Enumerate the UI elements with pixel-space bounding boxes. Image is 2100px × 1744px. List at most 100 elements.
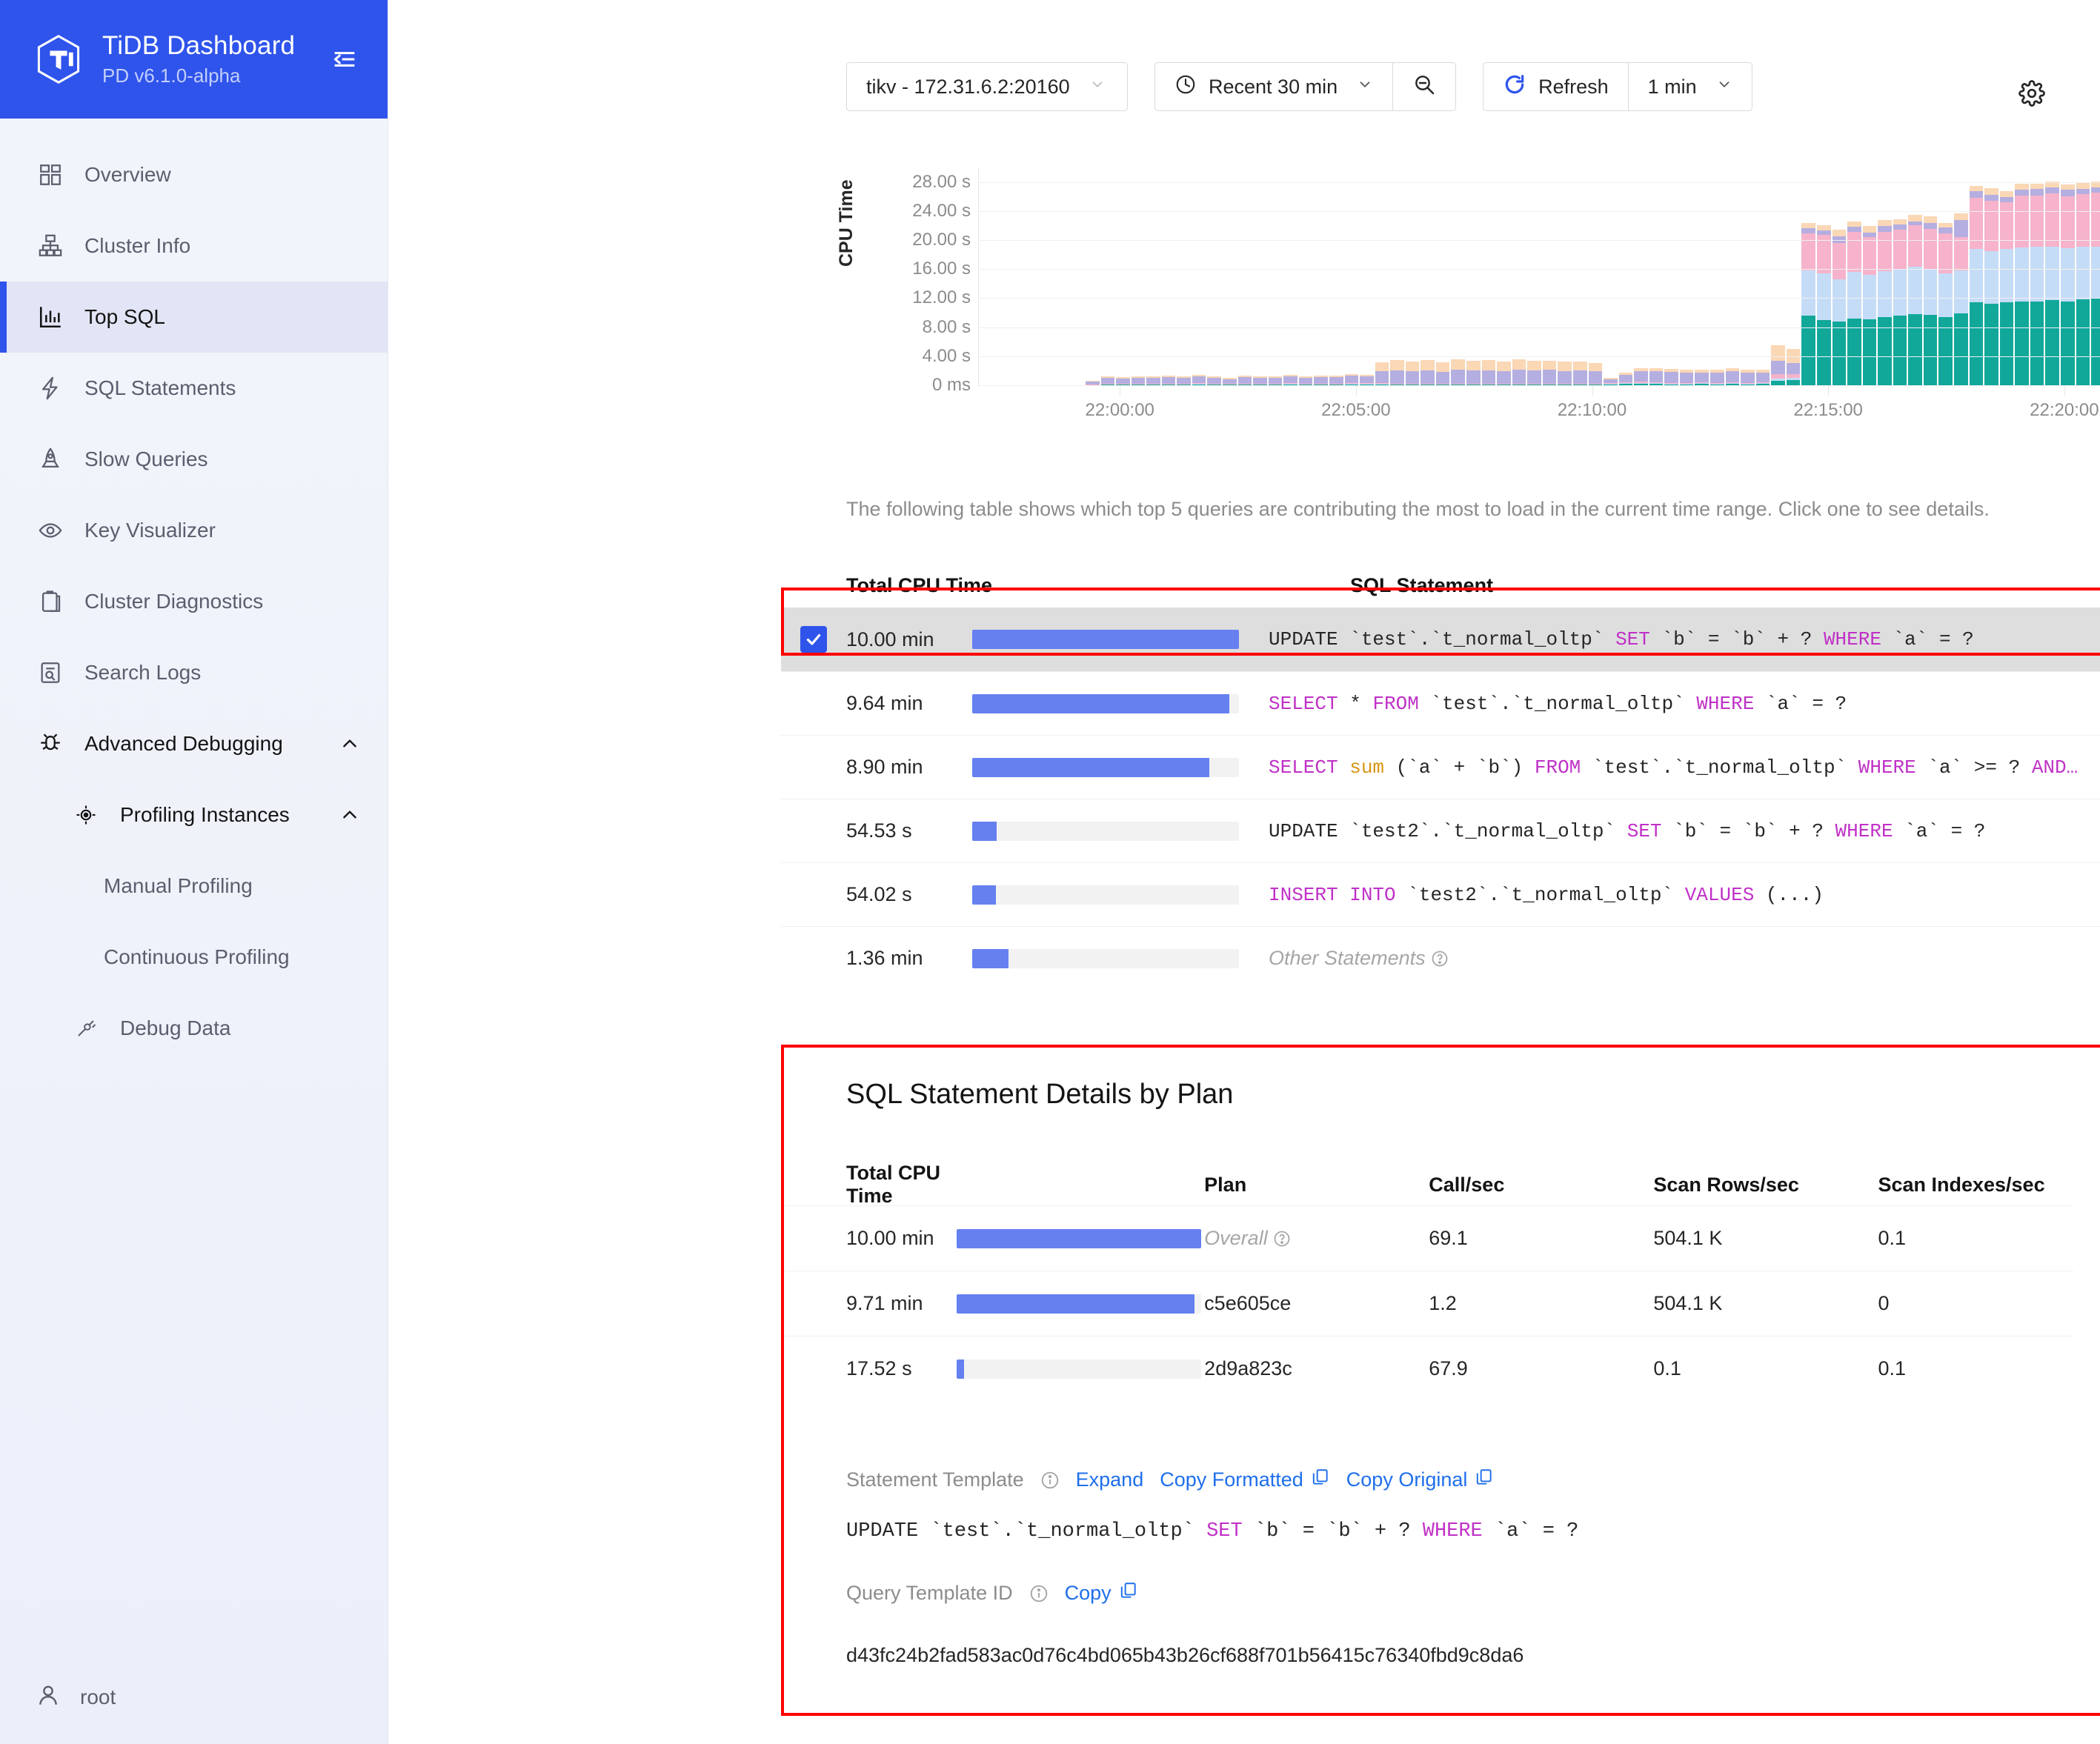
table-row[interactable]: 1.36 minOther Statements bbox=[781, 926, 2100, 990]
sidebar-item-profiling-instances[interactable]: Profiling Instances bbox=[0, 779, 388, 851]
cell-cpu-bar bbox=[957, 1359, 1204, 1379]
chart-bar-segment bbox=[1482, 360, 1496, 370]
chart-gridline bbox=[978, 298, 2100, 299]
chart-plot-area[interactable] bbox=[978, 156, 2100, 385]
chart-bar-segment bbox=[1512, 370, 1526, 384]
info-circle-icon[interactable] bbox=[1040, 1471, 1060, 1490]
bug-icon bbox=[36, 729, 65, 759]
chart-gridline bbox=[978, 269, 2100, 270]
chart-bar-segment bbox=[2076, 194, 2090, 247]
chart-bar-segment bbox=[2076, 247, 2090, 300]
chart-bar-segment bbox=[1893, 316, 1907, 385]
table-row[interactable]: 10.00 minOverall 69.1504.1 K0.1 bbox=[781, 1205, 2073, 1271]
sidebar-user-label: root bbox=[80, 1685, 116, 1709]
chart-y-axis-title: CPU Time bbox=[836, 179, 857, 267]
table-row[interactable]: 10.00 minUPDATE `test`.`t_normal_oltp` S… bbox=[781, 608, 2100, 671]
chart-bar-segment bbox=[1726, 371, 1740, 382]
chevron-up-icon[interactable] bbox=[340, 734, 359, 753]
sidebar-item-cluster-diagnostics[interactable]: Cluster Diagnostics bbox=[0, 566, 388, 637]
chart-bar-segment bbox=[2076, 183, 2090, 190]
chevron-down-icon bbox=[1357, 76, 1373, 97]
time-range-group: Recent 30 min bbox=[1154, 62, 1456, 111]
sidebar-item-advanced-debugging[interactable]: Advanced Debugging bbox=[0, 708, 388, 779]
zoom-out-icon bbox=[1412, 73, 1436, 101]
topsql-table: Total CPU Time SQL Statement 10.00 minUP… bbox=[781, 563, 2100, 990]
collapse-sidebar-icon[interactable] bbox=[330, 44, 359, 74]
chart-bar-segment bbox=[2045, 300, 2059, 385]
table-row[interactable]: 54.53 sUPDATE `test2`.`t_normal_oltp` SE… bbox=[781, 799, 2100, 862]
zoom-out-button[interactable] bbox=[1393, 63, 1455, 110]
sidebar-item-slow-queries[interactable]: Slow Queries bbox=[0, 424, 388, 495]
cell-scan-indexes-per-sec: 0.1 bbox=[1878, 1357, 2073, 1380]
column-header-total-cpu-time: Total CPU Time bbox=[846, 574, 1083, 597]
copy-label: Copy bbox=[1065, 1582, 1112, 1605]
row-checkbox[interactable] bbox=[800, 626, 827, 653]
chart-bar-segment bbox=[1938, 227, 1953, 233]
refresh-button[interactable]: Refresh bbox=[1483, 63, 1628, 110]
chart-bar-segment bbox=[1436, 362, 1450, 372]
question-circle-icon[interactable] bbox=[1273, 1227, 1291, 1249]
clock-icon bbox=[1174, 73, 1197, 101]
chart-y-tick: 16.00 s bbox=[912, 259, 971, 279]
info-circle-icon[interactable] bbox=[1029, 1584, 1049, 1603]
table-row[interactable]: 8.90 minSELECT sum (`a` + `b`) FROM `tes… bbox=[781, 735, 2100, 799]
sidebar-item-top-sql[interactable]: Top SQL bbox=[0, 282, 388, 353]
chart-bar bbox=[1390, 360, 1404, 385]
refresh-group: Refresh 1 min bbox=[1483, 62, 1752, 111]
sidebar-user[interactable]: root bbox=[0, 1683, 388, 1744]
chart-bar-segment bbox=[2000, 249, 2014, 303]
cell-total-cpu-time: 10.00 min bbox=[846, 1227, 957, 1250]
chart-bar-segment bbox=[2045, 247, 2059, 301]
chart-bar-segment bbox=[1649, 371, 1664, 382]
cell-total-cpu-time: 17.52 s bbox=[846, 1357, 957, 1380]
chart-bar-segment bbox=[2061, 302, 2075, 385]
table-row[interactable]: 9.64 minSELECT * FROM `test`.`t_normal_o… bbox=[781, 671, 2100, 735]
chart-bar-segment bbox=[1421, 360, 1435, 370]
chart-x-tick-mark bbox=[1592, 385, 1593, 396]
expand-link[interactable]: Expand bbox=[1076, 1468, 1144, 1491]
chart-bar-segment bbox=[1847, 227, 1861, 232]
instance-select[interactable]: tikv - 172.31.6.2:20160 bbox=[846, 62, 1128, 111]
chart-bar-segment bbox=[2045, 187, 2059, 193]
chevron-up-icon[interactable] bbox=[340, 805, 359, 825]
chart-bar-segment bbox=[2000, 197, 2014, 202]
sidebar-item-cluster-info[interactable]: Cluster Info bbox=[0, 210, 388, 282]
column-header-total-cpu-time: Total CPU Time bbox=[846, 1162, 957, 1208]
copy-original-link[interactable]: Copy Original bbox=[1346, 1468, 1495, 1492]
sidebar-item-overview[interactable]: Overview bbox=[0, 139, 388, 210]
copy-formatted-link[interactable]: Copy Formatted bbox=[1160, 1468, 1330, 1492]
refresh-interval-select[interactable]: 1 min bbox=[1629, 63, 1752, 110]
bar-fill bbox=[957, 1229, 1201, 1248]
chart-bar-segment bbox=[1924, 270, 1938, 315]
table-row[interactable]: 17.52 s2d9a823c67.90.10.1 bbox=[781, 1336, 2073, 1401]
chart-bar-segment bbox=[2000, 191, 2014, 197]
question-circle-icon[interactable] bbox=[1431, 948, 1449, 971]
table-row[interactable]: 9.71 minc5e605ce1.2504.1 K0 bbox=[781, 1271, 2073, 1336]
rocket-icon bbox=[36, 445, 65, 474]
time-range-select[interactable]: Recent 30 min bbox=[1155, 63, 1392, 110]
chart-bar-segment bbox=[1710, 373, 1724, 383]
row-checkbox-cell[interactable] bbox=[781, 626, 846, 653]
sidebar-item-manual-profiling[interactable]: Manual Profiling bbox=[0, 851, 388, 922]
chart-bar bbox=[1360, 375, 1374, 385]
sidebar-item-key-visualizer[interactable]: Key Visualizer bbox=[0, 495, 388, 566]
sidebar-item-continuous-profiling[interactable]: Continuous Profiling bbox=[0, 922, 388, 993]
bar-fill bbox=[972, 885, 996, 905]
user-icon bbox=[36, 1683, 61, 1711]
table-row[interactable]: 54.02 sINSERT INTO `test2`.`t_normal_olt… bbox=[781, 862, 2100, 926]
main-content: tikv - 172.31.6.2:20160 Recent 30 min bbox=[388, 0, 2100, 1744]
chart-bar bbox=[1741, 370, 1755, 385]
chart-bar-segment bbox=[1299, 378, 1313, 384]
gear-icon[interactable] bbox=[2018, 80, 2045, 110]
copy-query-template-id-link[interactable]: Copy bbox=[1065, 1581, 1138, 1605]
chart-bar-segment bbox=[1543, 370, 1557, 384]
cell-sql-statement: INSERT INTO `test2`.`t_normal_oltp` VALU… bbox=[1269, 884, 1824, 906]
cell-sql-statement: SELECT * FROM `test`.`t_normal_oltp` WHE… bbox=[1269, 693, 1847, 715]
cell-cpu-bar bbox=[957, 1229, 1204, 1248]
details-panel-title: SQL Statement Details by Plan bbox=[781, 1045, 2073, 1111]
sidebar-item-sql-statements[interactable]: SQL Statements bbox=[0, 353, 388, 424]
sidebar-item-search-logs[interactable]: Search Logs bbox=[0, 637, 388, 708]
chart-bar-segment bbox=[1771, 345, 1785, 361]
sidebar-item-debug-data[interactable]: Debug Data bbox=[0, 993, 388, 1064]
cell-cpu-bar bbox=[972, 694, 1239, 713]
